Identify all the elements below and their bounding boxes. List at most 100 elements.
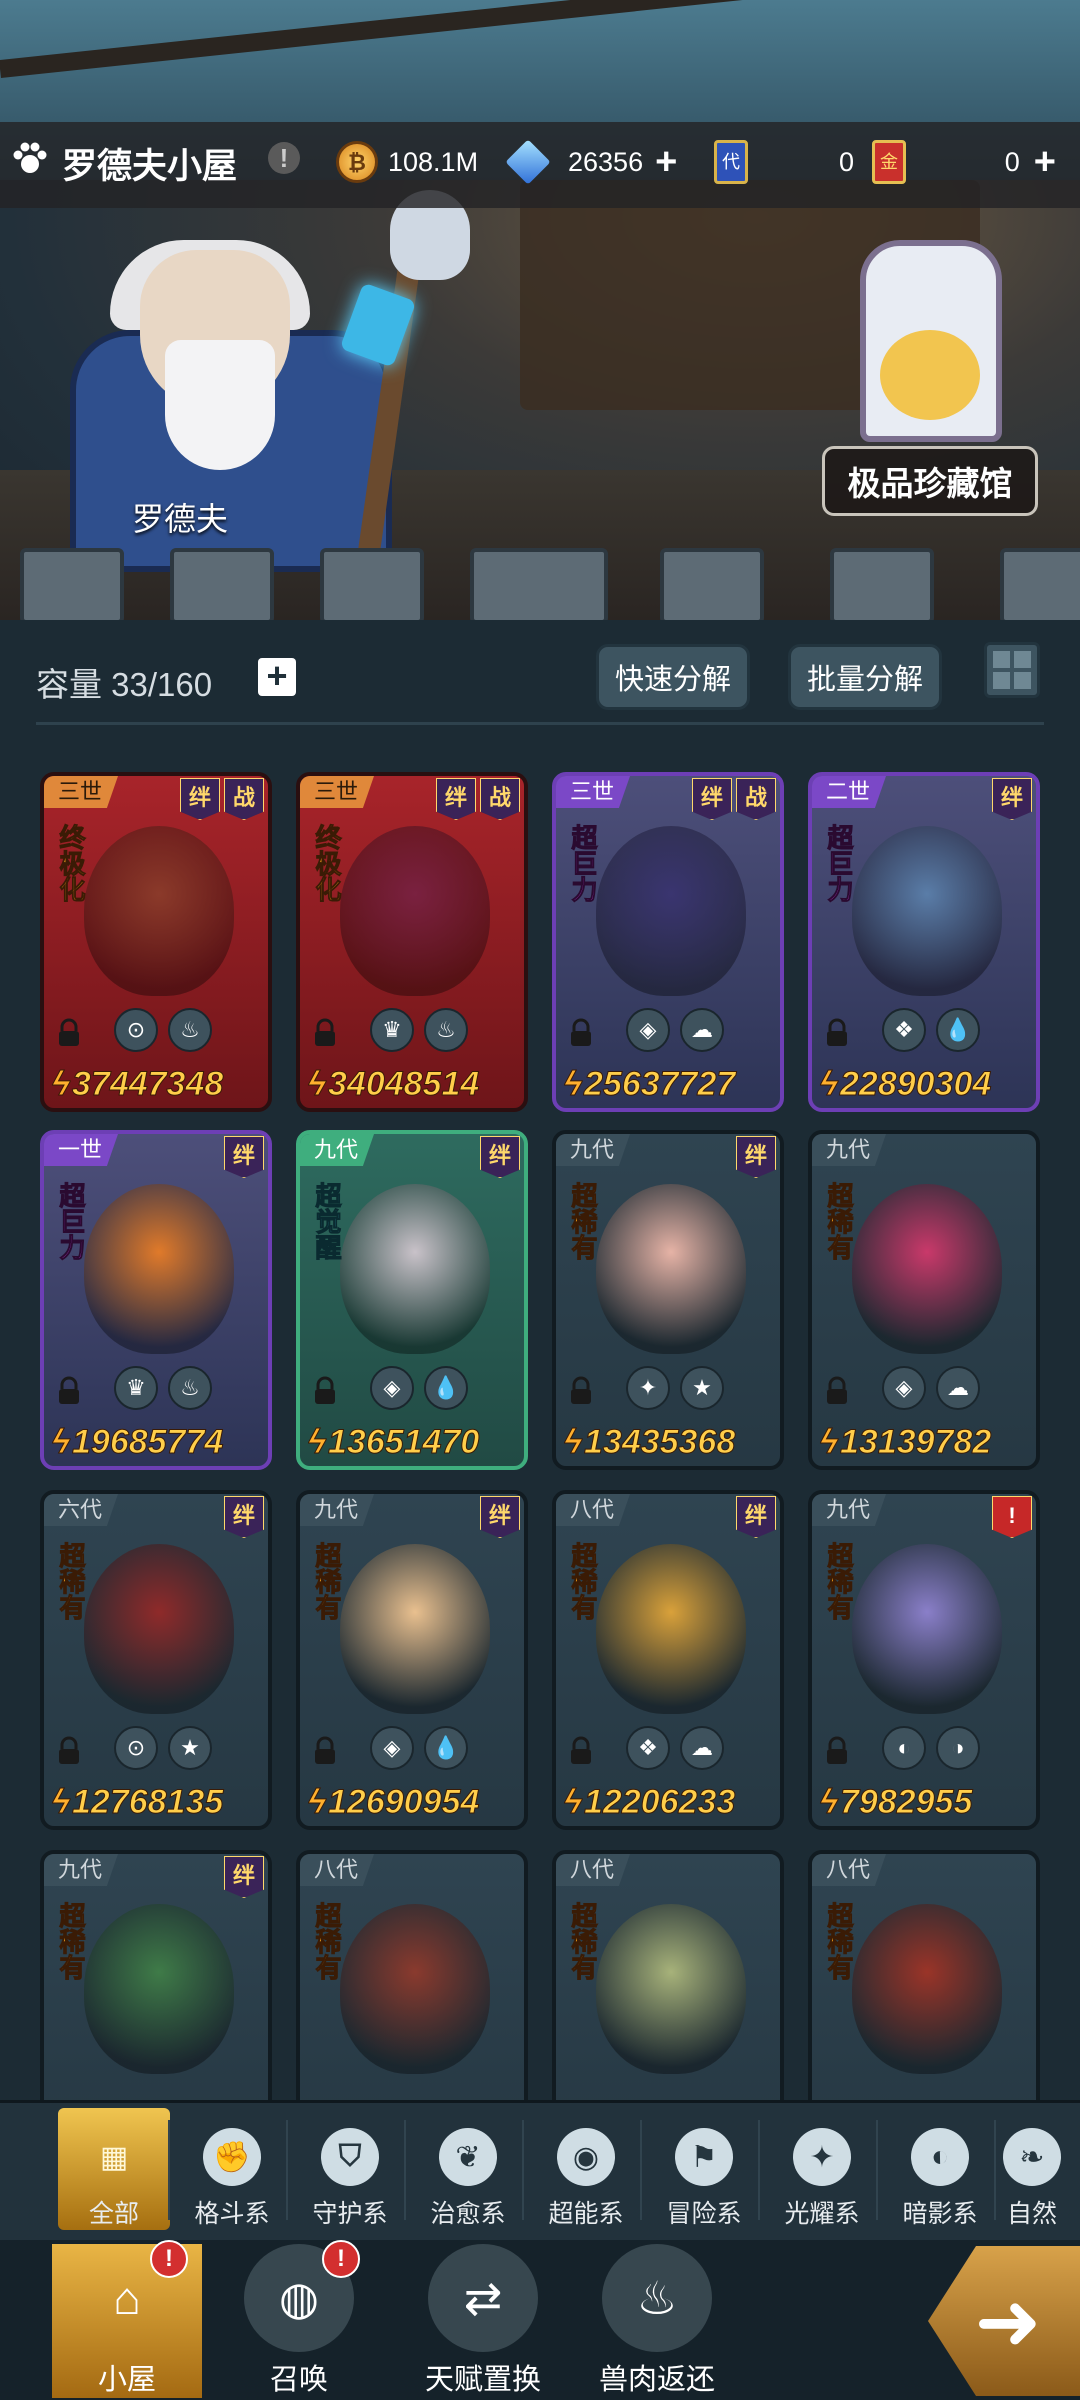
lock-icon[interactable] [54, 1736, 84, 1766]
element-type-icon: ♛ [370, 1008, 414, 1052]
element-type-icon: 💧 [424, 1726, 468, 1770]
power-icon: ϟ [308, 1065, 327, 1104]
category-label: 守护系 [312, 2200, 388, 2228]
lock-icon[interactable] [566, 1376, 596, 1406]
pet-card[interactable]: 九代 超稀有 ◈ ☁ ϟ13139782 [808, 1130, 1040, 1470]
card-badges: 绊战 [180, 778, 264, 820]
pet-portrait [84, 1904, 234, 2074]
tab-separator [758, 2120, 760, 2220]
category-label: 冒险系 [666, 2200, 742, 2228]
pet-card[interactable]: 九代 绊超觉醒 ◈ 💧 ϟ13651470 [296, 1130, 528, 1470]
pet-portrait [852, 826, 1002, 996]
lock-icon[interactable] [54, 1018, 84, 1048]
pet-card[interactable]: 三世 绊战终极化 ⊙ ♨ ϟ37447348 [40, 772, 272, 1112]
generation-tag: 九代 [300, 1494, 375, 1526]
generation-tag: 九代 [812, 1494, 887, 1526]
pet-portrait [340, 1544, 490, 1714]
pet-portrait [84, 1184, 234, 1354]
card-badges: 绊 [736, 1496, 776, 1538]
lock-icon[interactable] [566, 1018, 596, 1048]
power-number: 13651470 [327, 1423, 480, 1462]
pet-card[interactable]: 二世 绊超巨力 ❖ 💧 ϟ22890304 [808, 772, 1040, 1112]
lock-icon[interactable] [822, 1736, 852, 1766]
element-type-icon: ☁ [936, 1366, 980, 1410]
museum-button[interactable]: 极品珍藏馆 [822, 446, 1038, 516]
nav-meat[interactable]: ♨ 兽肉返还 [572, 2244, 742, 2398]
pet-card[interactable]: 三世 绊战超巨力 ◈ ☁ ϟ25637727 [552, 772, 784, 1112]
rarity-label: 超稀有 [56, 1542, 87, 1621]
add-red-ticket-button[interactable]: + [1034, 141, 1056, 184]
golden-pet-statue[interactable] [880, 330, 980, 420]
element-icons: ◈ ☁ [882, 1366, 980, 1410]
category-tab-psychic[interactable]: ◉ 超能系 [530, 2108, 642, 2230]
lock-icon[interactable] [310, 1018, 340, 1048]
element-type-icon: ◐ [882, 1726, 926, 1770]
lock-icon[interactable] [310, 1736, 340, 1766]
fence-post [170, 548, 274, 624]
quick-decompose-button[interactable]: 快速分解 [596, 644, 750, 710]
generation-tag: 八代 [300, 1854, 375, 1886]
nav-label: 召唤 [269, 2364, 328, 2396]
lock-icon[interactable] [310, 1376, 340, 1406]
category-tab-shadow[interactable]: ◐ 暗影系 [884, 2108, 996, 2230]
batch-decompose-button[interactable]: 批量分解 [788, 644, 942, 710]
category-tab-nature[interactable]: ❧ 自然 [1002, 2108, 1062, 2230]
fist-icon: ✊ [203, 2128, 261, 2186]
element-icons: ⊙ ♨ [114, 1008, 212, 1052]
category-tab-sprout[interactable]: ❦ 治愈系 [412, 2108, 524, 2230]
pet-card[interactable]: 九代 绊超稀有 ✦ ★ ϟ13435368 [552, 1130, 784, 1470]
add-crystal-button[interactable]: + [655, 141, 677, 184]
element-type-icon: ♛ [114, 1366, 158, 1410]
rarity-label: 超稀有 [56, 1902, 87, 1981]
category-tab-adventure[interactable]: ⚑ 冒险系 [648, 2108, 760, 2230]
power-number: 12690954 [327, 1783, 480, 1822]
generation-tag: 一世 [44, 1134, 119, 1166]
element-type-icon: ❖ [626, 1726, 670, 1770]
house-icon-glyph: ⌂ [113, 2272, 141, 2324]
nav-house[interactable]: ⌂! 小屋 [52, 2240, 202, 2398]
egg-icon: ◍! [244, 2240, 360, 2352]
nav-egg[interactable]: ◍! 召唤 [224, 2240, 374, 2398]
element-icons: ❖ ☁ [626, 1726, 724, 1770]
category-tab-shield[interactable]: ⛉ 守护系 [294, 2108, 406, 2230]
generation-tag: 八代 [556, 1854, 631, 1886]
crystal-amount: 26356 [568, 146, 644, 177]
pet-card[interactable]: 八代 绊超稀有 ❖ ☁ ϟ12206233 [552, 1490, 784, 1830]
bond-badge: 绊 [736, 1496, 776, 1538]
power-number: 13139782 [839, 1423, 992, 1462]
card-badges: 绊 [224, 1136, 264, 1178]
grid-view-toggle[interactable] [984, 642, 1040, 698]
card-badges: ! [992, 1496, 1032, 1538]
element-type-icon: ☁ [680, 1008, 724, 1052]
category-tab-fist[interactable]: ✊ 格斗系 [176, 2108, 288, 2230]
pet-card[interactable]: 一世 绊超巨力 ♛ ♨ ϟ19685774 [40, 1130, 272, 1470]
pet-card[interactable]: 六代 绊超稀有 ⊙ ★ ϟ12768135 [40, 1490, 272, 1830]
category-tab-light[interactable]: ✦ 光耀系 [766, 2108, 878, 2230]
element-type-icon: ★ [680, 1366, 724, 1410]
category-tab-all-blocks[interactable]: ▦ 全部 [58, 2108, 170, 2230]
expand-capacity-button[interactable]: + [258, 658, 296, 696]
power-icon: ϟ [52, 1065, 71, 1104]
element-type-icon: ☁ [680, 1726, 724, 1770]
pet-card[interactable]: 三世 绊战终极化 ♛ ♨ ϟ34048514 [296, 772, 528, 1112]
generation-tag: 六代 [44, 1494, 119, 1526]
lock-icon[interactable] [566, 1736, 596, 1766]
nav-swap[interactable]: ⇄ 天赋置换 [398, 2244, 568, 2398]
lock-icon[interactable] [54, 1376, 84, 1406]
rarity-label: 超稀有 [568, 1902, 599, 1981]
lock-icon[interactable] [822, 1018, 852, 1048]
element-icons: ❖ 💧 [882, 1008, 980, 1052]
meat-icon: ♨ [602, 2244, 712, 2352]
alert-badge: ! [992, 1496, 1032, 1538]
pet-card[interactable]: 九代 绊超稀有 ◈ 💧 ϟ12690954 [296, 1490, 528, 1830]
npc-name[interactable]: 罗德夫 [132, 494, 228, 540]
lock-icon[interactable] [822, 1376, 852, 1406]
bond-badge: 绊 [224, 1856, 264, 1898]
pet-card[interactable]: 九代! 超稀有 ◐ ◑ ϟ7982955 [808, 1490, 1040, 1830]
power-value: ϟ22890304 [820, 1065, 992, 1104]
info-warning-icon[interactable]: ! [268, 142, 300, 174]
element-type-icon: ◈ [370, 1726, 414, 1770]
all-blocks-icon: ▦ [99, 2140, 129, 2174]
pet-portrait [340, 1184, 490, 1354]
generation-tag: 九代 [812, 1134, 887, 1166]
